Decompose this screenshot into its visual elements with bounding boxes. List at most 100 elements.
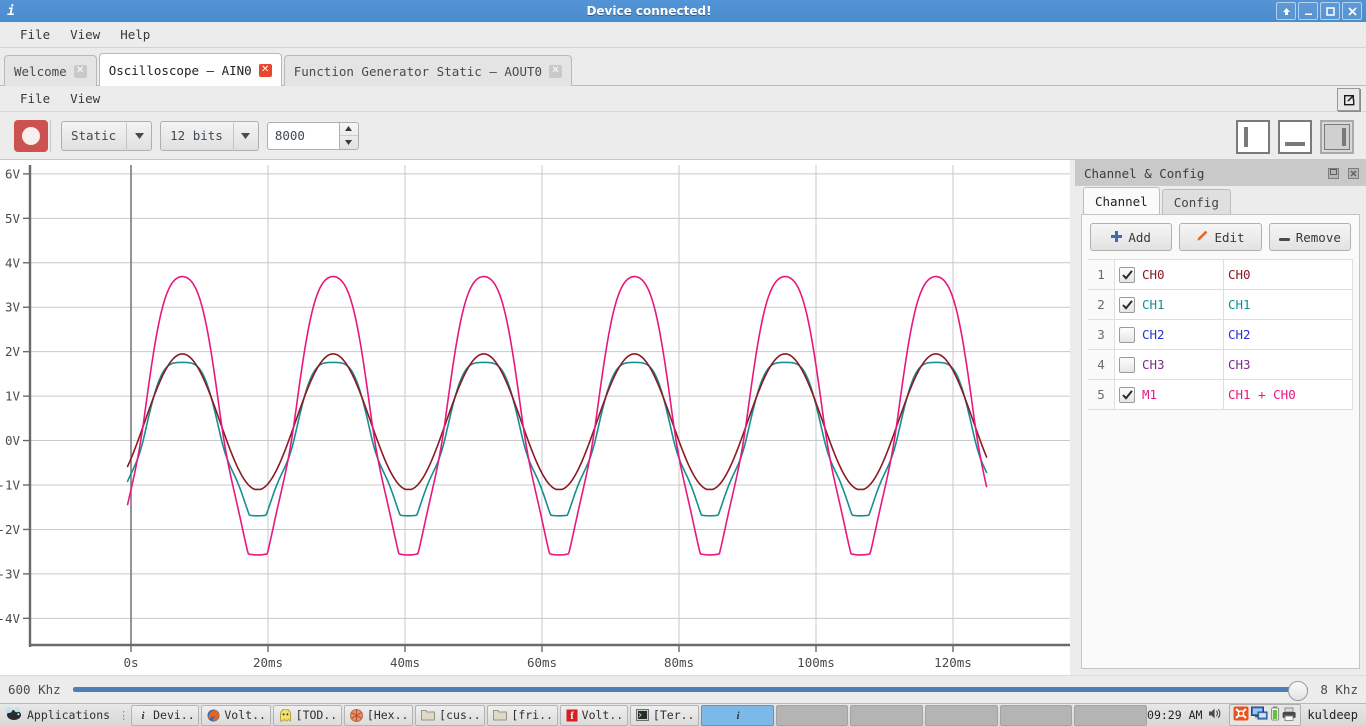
taskbar-empty-slot[interactable]: [1074, 704, 1148, 726]
taskbar-item[interactable]: Volt..: [201, 704, 271, 726]
oscilloscope-toolbar: Static 12 bits 8000: [0, 112, 1366, 160]
maximize-button[interactable]: [1320, 2, 1340, 20]
channel-checkbox[interactable]: [1119, 356, 1135, 373]
channel-expression-cell[interactable]: CH1 + CH0: [1223, 379, 1353, 410]
close-icon[interactable]: [1347, 167, 1360, 180]
popout-icon[interactable]: [1337, 88, 1360, 111]
taskbar-empty-slot[interactable]: [775, 704, 849, 726]
terminal-icon: [635, 709, 649, 721]
remove-button[interactable]: Remove: [1268, 223, 1351, 251]
taskbar-item[interactable]: [Ter..: [629, 704, 700, 726]
channel-expression-cell[interactable]: CH2: [1223, 319, 1353, 350]
slider-handle[interactable]: [1288, 681, 1309, 701]
add-button[interactable]: Add: [1090, 223, 1173, 251]
applications-label: Applications: [27, 708, 111, 722]
channel-expression-cell[interactable]: CH1: [1223, 289, 1353, 320]
channel-expression-cell[interactable]: CH3: [1223, 349, 1353, 380]
dock-tabstrip: Channel Config: [1075, 186, 1366, 214]
menu-help[interactable]: Help: [110, 24, 160, 45]
channel-checkbox[interactable]: [1119, 386, 1135, 403]
display-icon[interactable]: [1251, 706, 1269, 724]
stepper-up-icon[interactable]: [339, 123, 358, 136]
battery-icon[interactable]: [1271, 706, 1280, 724]
slider-min-label: 600 Khz: [8, 682, 61, 697]
shade-button[interactable]: [1276, 2, 1296, 20]
row-index: 5: [1088, 379, 1115, 410]
applications-menu[interactable]: Applications: [0, 706, 115, 724]
tab-close-icon[interactable]: ✕: [549, 64, 563, 78]
slider-max-label: 8 Khz: [1320, 682, 1358, 697]
taskbar-clock: 09:29 AM: [1147, 708, 1203, 722]
channel-expression-cell[interactable]: CH0: [1223, 259, 1353, 290]
mode-select[interactable]: Static: [61, 120, 153, 151]
osc-menu-file[interactable]: File: [10, 88, 60, 109]
taskbar-item[interactable]: i: [701, 704, 774, 726]
firefox-icon: [207, 709, 220, 722]
tab-welcome[interactable]: Welcome ✕: [4, 55, 97, 86]
table-row[interactable]: 3 CH2 CH2: [1088, 319, 1353, 350]
samples-input[interactable]: 8000: [266, 121, 339, 150]
menu-view[interactable]: View: [60, 24, 110, 45]
taskbar-item-label: [cus..: [439, 708, 481, 722]
taskbar-item-label: [fri..: [511, 708, 553, 722]
bits-select[interactable]: 12 bits: [160, 120, 259, 151]
record-button[interactable]: [14, 119, 48, 152]
taskbar-item-label: [TOD..: [295, 708, 338, 722]
volume-icon[interactable]: [1208, 707, 1223, 723]
svg-text:0V: 0V: [5, 433, 21, 448]
stepper-down-icon[interactable]: [340, 136, 358, 149]
taskbar-empty-slot[interactable]: [925, 704, 998, 726]
tab-close-icon[interactable]: ✕: [73, 64, 87, 78]
oscilloscope-plot[interactable]: -4V -3V -2V -1V 0V 1V 2V 3V 4V 5V 6V 0s 20ms 40ms 60ms…: [0, 160, 1075, 675]
dock-title-label: Channel & Config: [1084, 165, 1205, 181]
table-row[interactable]: 5 M1 CH1 + CH0: [1088, 379, 1353, 410]
float-icon[interactable]: [1327, 167, 1340, 180]
table-row[interactable]: 1 CH0 CH0: [1088, 259, 1353, 290]
printer-icon[interactable]: [1282, 707, 1297, 724]
taskbar-username: kuldeep: [1307, 708, 1358, 722]
network-icon[interactable]: [1233, 706, 1249, 724]
taskbar-grip[interactable]: ⋮: [115, 709, 131, 722]
taskbar-empty-slot[interactable]: [850, 704, 924, 726]
channel-name-cell[interactable]: CH0: [1114, 259, 1224, 290]
taskbar-item[interactable]: i Devi..: [131, 704, 200, 726]
channel-checkbox[interactable]: [1119, 296, 1135, 313]
channel-name-cell[interactable]: CH3: [1114, 349, 1224, 380]
svg-text:4V: 4V: [5, 255, 21, 270]
edit-button[interactable]: Edit: [1179, 223, 1262, 251]
desktop-taskbar: Applications ⋮ i Devi.. Volt.. [TOD.. [Hex..…: [0, 703, 1366, 726]
taskbar-empty-slot[interactable]: [999, 704, 1073, 726]
tab-function-generator[interactable]: Function Generator Static — AOUT0 ✕: [283, 55, 573, 86]
channel-checkbox[interactable]: [1119, 326, 1135, 343]
table-row[interactable]: 2 CH1 CH1: [1088, 289, 1353, 320]
edit-button-label: Edit: [1214, 229, 1245, 245]
table-row[interactable]: 4 CH3 CH3: [1088, 349, 1353, 380]
tab-config[interactable]: Config: [1161, 189, 1231, 214]
channel-name-cell[interactable]: M1: [1114, 379, 1224, 410]
tab-close-icon[interactable]: ✕: [258, 63, 272, 77]
layout-bottom-button[interactable]: [1278, 120, 1312, 154]
samples-stepper[interactable]: 8000: [266, 121, 359, 150]
taskbar-item[interactable]: [TOD..: [272, 704, 342, 726]
tab-oscilloscope[interactable]: Oscilloscope — AIN0 ✕: [98, 53, 282, 86]
taskbar-item-label: [Ter..: [652, 708, 695, 722]
menu-file[interactable]: File: [10, 24, 60, 45]
svg-text:1V: 1V: [5, 389, 21, 404]
channel-checkbox[interactable]: [1119, 266, 1135, 283]
channel-name-cell[interactable]: CH2: [1114, 319, 1224, 350]
layout-left-button[interactable]: [1236, 120, 1270, 154]
taskbar-item[interactable]: [Hex..: [343, 704, 414, 726]
samples-stepper-buttons: [338, 121, 359, 150]
channel-name-cell[interactable]: CH1: [1114, 289, 1224, 320]
taskbar-item[interactable]: [cus..: [415, 704, 486, 726]
layout-right-button[interactable]: [1320, 120, 1354, 154]
svg-text:-1V: -1V: [0, 478, 20, 493]
osc-menu-view[interactable]: View: [60, 88, 110, 109]
tab-channel[interactable]: Channel: [1083, 187, 1160, 214]
taskbar-item-label: [Hex..: [366, 708, 409, 722]
taskbar-item[interactable]: [fri..: [487, 704, 558, 726]
taskbar-item[interactable]: f Volt..: [559, 704, 628, 726]
close-button[interactable]: [1342, 2, 1362, 20]
sample-rate-slider[interactable]: [72, 681, 1309, 701]
minimize-button[interactable]: [1298, 2, 1318, 20]
